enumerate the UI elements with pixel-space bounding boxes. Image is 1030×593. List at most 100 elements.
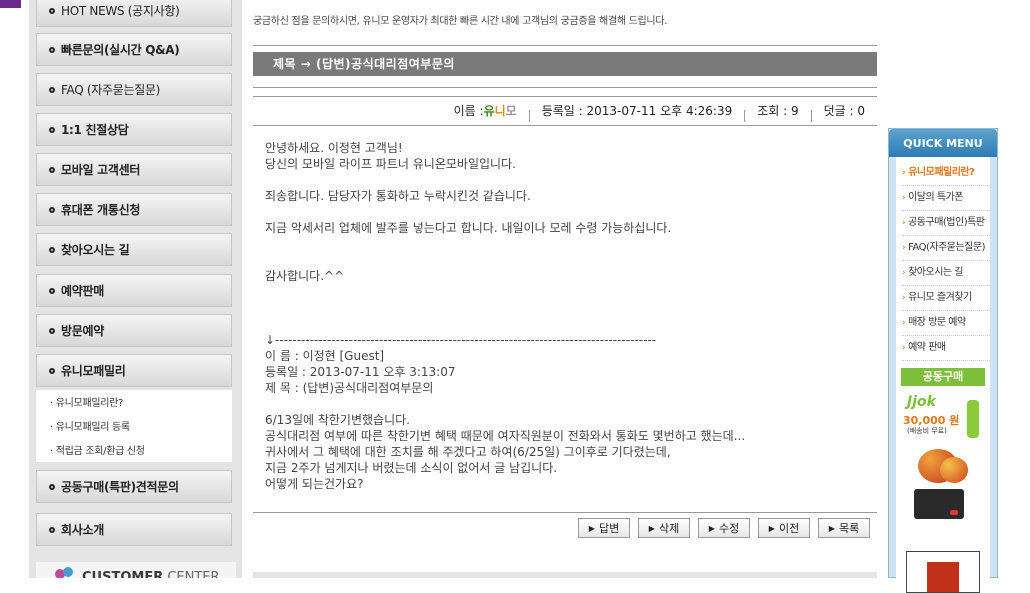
arrow-right-icon: ▶ (648, 523, 655, 533)
submenu-item[interactable]: · 유니모패밀리란? (50, 394, 123, 409)
menu-label: 회사소개 (61, 523, 104, 537)
menu-group-buy-inquiry[interactable]: 공동구매(특판)견적문의 (36, 470, 232, 503)
bullet-icon (49, 246, 55, 253)
promo-sub: (배송비 무료) (907, 427, 947, 435)
menu-hot-news[interactable]: HOT NEWS (공지사항) (36, 0, 232, 27)
reply-button[interactable]: ▶ 답변 (578, 518, 630, 538)
promo-banner-card[interactable] (910, 449, 976, 525)
menu-label: 방문예약 (61, 324, 104, 338)
menu-phone-activation[interactable]: 휴대폰 개통신청 (36, 193, 232, 226)
menu-label: 휴대폰 개통신청 (61, 203, 141, 217)
post-body: 안녕하세요. 이정현 고객님! 당신의 모바일 라이프 파트너 유니온모바일입니… (265, 141, 746, 491)
quick-item-special[interactable]: › 이달의 특가폰 (902, 186, 990, 211)
bullet-icon (49, 327, 55, 334)
menu-unimo-family[interactable]: 유니모패밀리 (36, 354, 232, 387)
submenu-item[interactable]: · 유니모패밀리 등록 (50, 418, 130, 433)
post-title: 제목 → (답변)공식대리점여부문의 (273, 57, 455, 71)
author-label: 이름 : (453, 104, 484, 118)
book-image (927, 562, 959, 592)
menu-quick-qna[interactable]: 빠른문의(실시간 Q&A) (36, 33, 232, 66)
bullet-icon (49, 86, 55, 93)
quick-item-preorder[interactable]: › 예약 판매 (902, 336, 990, 361)
delete-button[interactable]: ▶ 삭제 (638, 518, 690, 538)
divider (253, 96, 877, 97)
quick-item-bookmark[interactable]: › 유니모 즐겨찾기 (902, 286, 990, 311)
bullet-icon (49, 206, 55, 213)
view-count: 조회 : 9 (757, 104, 799, 118)
fruit-image (940, 457, 968, 483)
menu-label: 1:1 친절상담 (61, 123, 129, 137)
customer-center-banner[interactable]: CUSTOMER CENTER (36, 562, 236, 578)
menu-one-to-one[interactable]: 1:1 친절상담 (36, 113, 232, 146)
menu-label: HOT NEWS (공지사항) (61, 4, 180, 18)
quick-menu-list: › 유니모패밀리란? › 이달의 특가폰 › 공동구매(법인)특판 › FAQ(자주묻는… (896, 157, 990, 593)
list-button[interactable]: ▶ 목록 (818, 518, 870, 538)
quick-item-family[interactable]: › 유니모패밀리란? (902, 161, 990, 186)
menu-directions[interactable]: 찾아오시는 길 (36, 233, 232, 266)
promo-banner-drink[interactable]: Jjok 30,000 원 (배송비 무료) (901, 392, 985, 440)
top-left-tab[interactable] (0, 0, 21, 8)
quick-menu: QUICK MENU › 유니모패밀리란? › 이달의 특가폰 › 공동구매(법인)특… (888, 128, 998, 593)
menu-label: 찾아오시는 길 (61, 243, 130, 257)
promo-logo: Jjok (907, 394, 936, 410)
quick-menu-title: QUICK MENU (889, 129, 997, 157)
previous-button[interactable]: ▶ 이전 (758, 518, 810, 538)
customer-center-text: CUSTOMER CENTER (82, 570, 220, 578)
author-ni: 니 (494, 104, 506, 118)
bottom-strip (253, 572, 877, 578)
bottle-icon (967, 400, 979, 438)
menu-label: 모바일 고객센터 (61, 163, 141, 177)
meta-separator (744, 109, 746, 122)
divider (253, 45, 877, 46)
menu-label: 유니모패밀리 (61, 364, 126, 378)
bullet-icon (49, 526, 55, 533)
menu-mobile-center[interactable]: 모바일 고객센터 (36, 153, 232, 186)
group-buy-banner[interactable]: 공동구매 (901, 368, 985, 386)
chevron-right-icon: › (902, 343, 906, 353)
submenu-item[interactable]: · 적립금 조회/환급 신청 (50, 442, 145, 457)
quick-item-directions[interactable]: › 찾아오시는 길 (902, 261, 990, 286)
arrow-right-icon: ▶ (828, 523, 835, 533)
chevron-right-icon: › (902, 168, 906, 178)
post-date: 등록일 : 2013-07-11 오후 4:26:39 (541, 104, 733, 118)
intro-text: 궁금하신 점을 문의하시면, 유니모 운영자가 최대한 빠른 시간 내에 고객님… (253, 16, 668, 27)
quick-item-visit[interactable]: › 매장 방문 예약 (902, 311, 990, 336)
bullet-icon (49, 46, 55, 53)
card-image (914, 489, 964, 519)
arrow-right-icon: ▶ (588, 523, 595, 533)
quick-item-group-buy[interactable]: › 공동구매(법인)특판 (902, 211, 990, 236)
bullet-icon (49, 287, 55, 294)
promo-banner-book[interactable] (906, 551, 980, 593)
comment-count: 덧글 : 0 (823, 104, 865, 118)
author-u: 유 (483, 104, 495, 118)
menu-faq[interactable]: FAQ (자주묻는질문) (36, 73, 232, 106)
menu-company-intro[interactable]: 회사소개 (36, 513, 232, 546)
bullet-icon (49, 7, 55, 14)
menu-label: FAQ (자주묻는질문) (61, 83, 161, 97)
chevron-right-icon: › (902, 318, 906, 328)
edit-button[interactable]: ▶ 수정 (698, 518, 750, 538)
divider (253, 512, 877, 513)
menu-visit-reservation[interactable]: 방문예약 (36, 314, 232, 347)
author-mo: 모 (505, 104, 517, 118)
menu-label: 빠른문의(실시간 Q&A) (61, 43, 180, 57)
chevron-right-icon: › (902, 243, 906, 253)
bullet-icon (49, 483, 55, 490)
family-submenu: · 유니모패밀리란? · 유니모패밀리 등록 · 적립금 조회/환급 신청 (36, 390, 232, 462)
menu-label: 공동구매(특판)견적문의 (61, 480, 179, 494)
quick-item-faq[interactable]: › FAQ(자주묻는질문) (902, 236, 990, 261)
meta-separator (528, 109, 530, 122)
flower-icon (55, 567, 73, 578)
menu-preorder[interactable]: 예약판매 (36, 274, 232, 307)
menu-label: 예약판매 (61, 284, 104, 298)
bullet-icon (49, 367, 55, 374)
divider (253, 87, 877, 88)
post-meta: 이름 : 유니모 등록일 : 2013-07-11 오후 4:26:39 조회 … (453, 102, 865, 122)
arrow-right-icon: ▶ (768, 523, 775, 533)
chevron-right-icon: › (902, 193, 906, 203)
post-title-bar: 제목 → (답변)공식대리점여부문의 (253, 52, 877, 76)
meta-separator (810, 109, 812, 122)
chevron-right-icon: › (902, 218, 906, 228)
arrow-right-icon: ▶ (708, 523, 715, 533)
bullet-icon (49, 166, 55, 173)
